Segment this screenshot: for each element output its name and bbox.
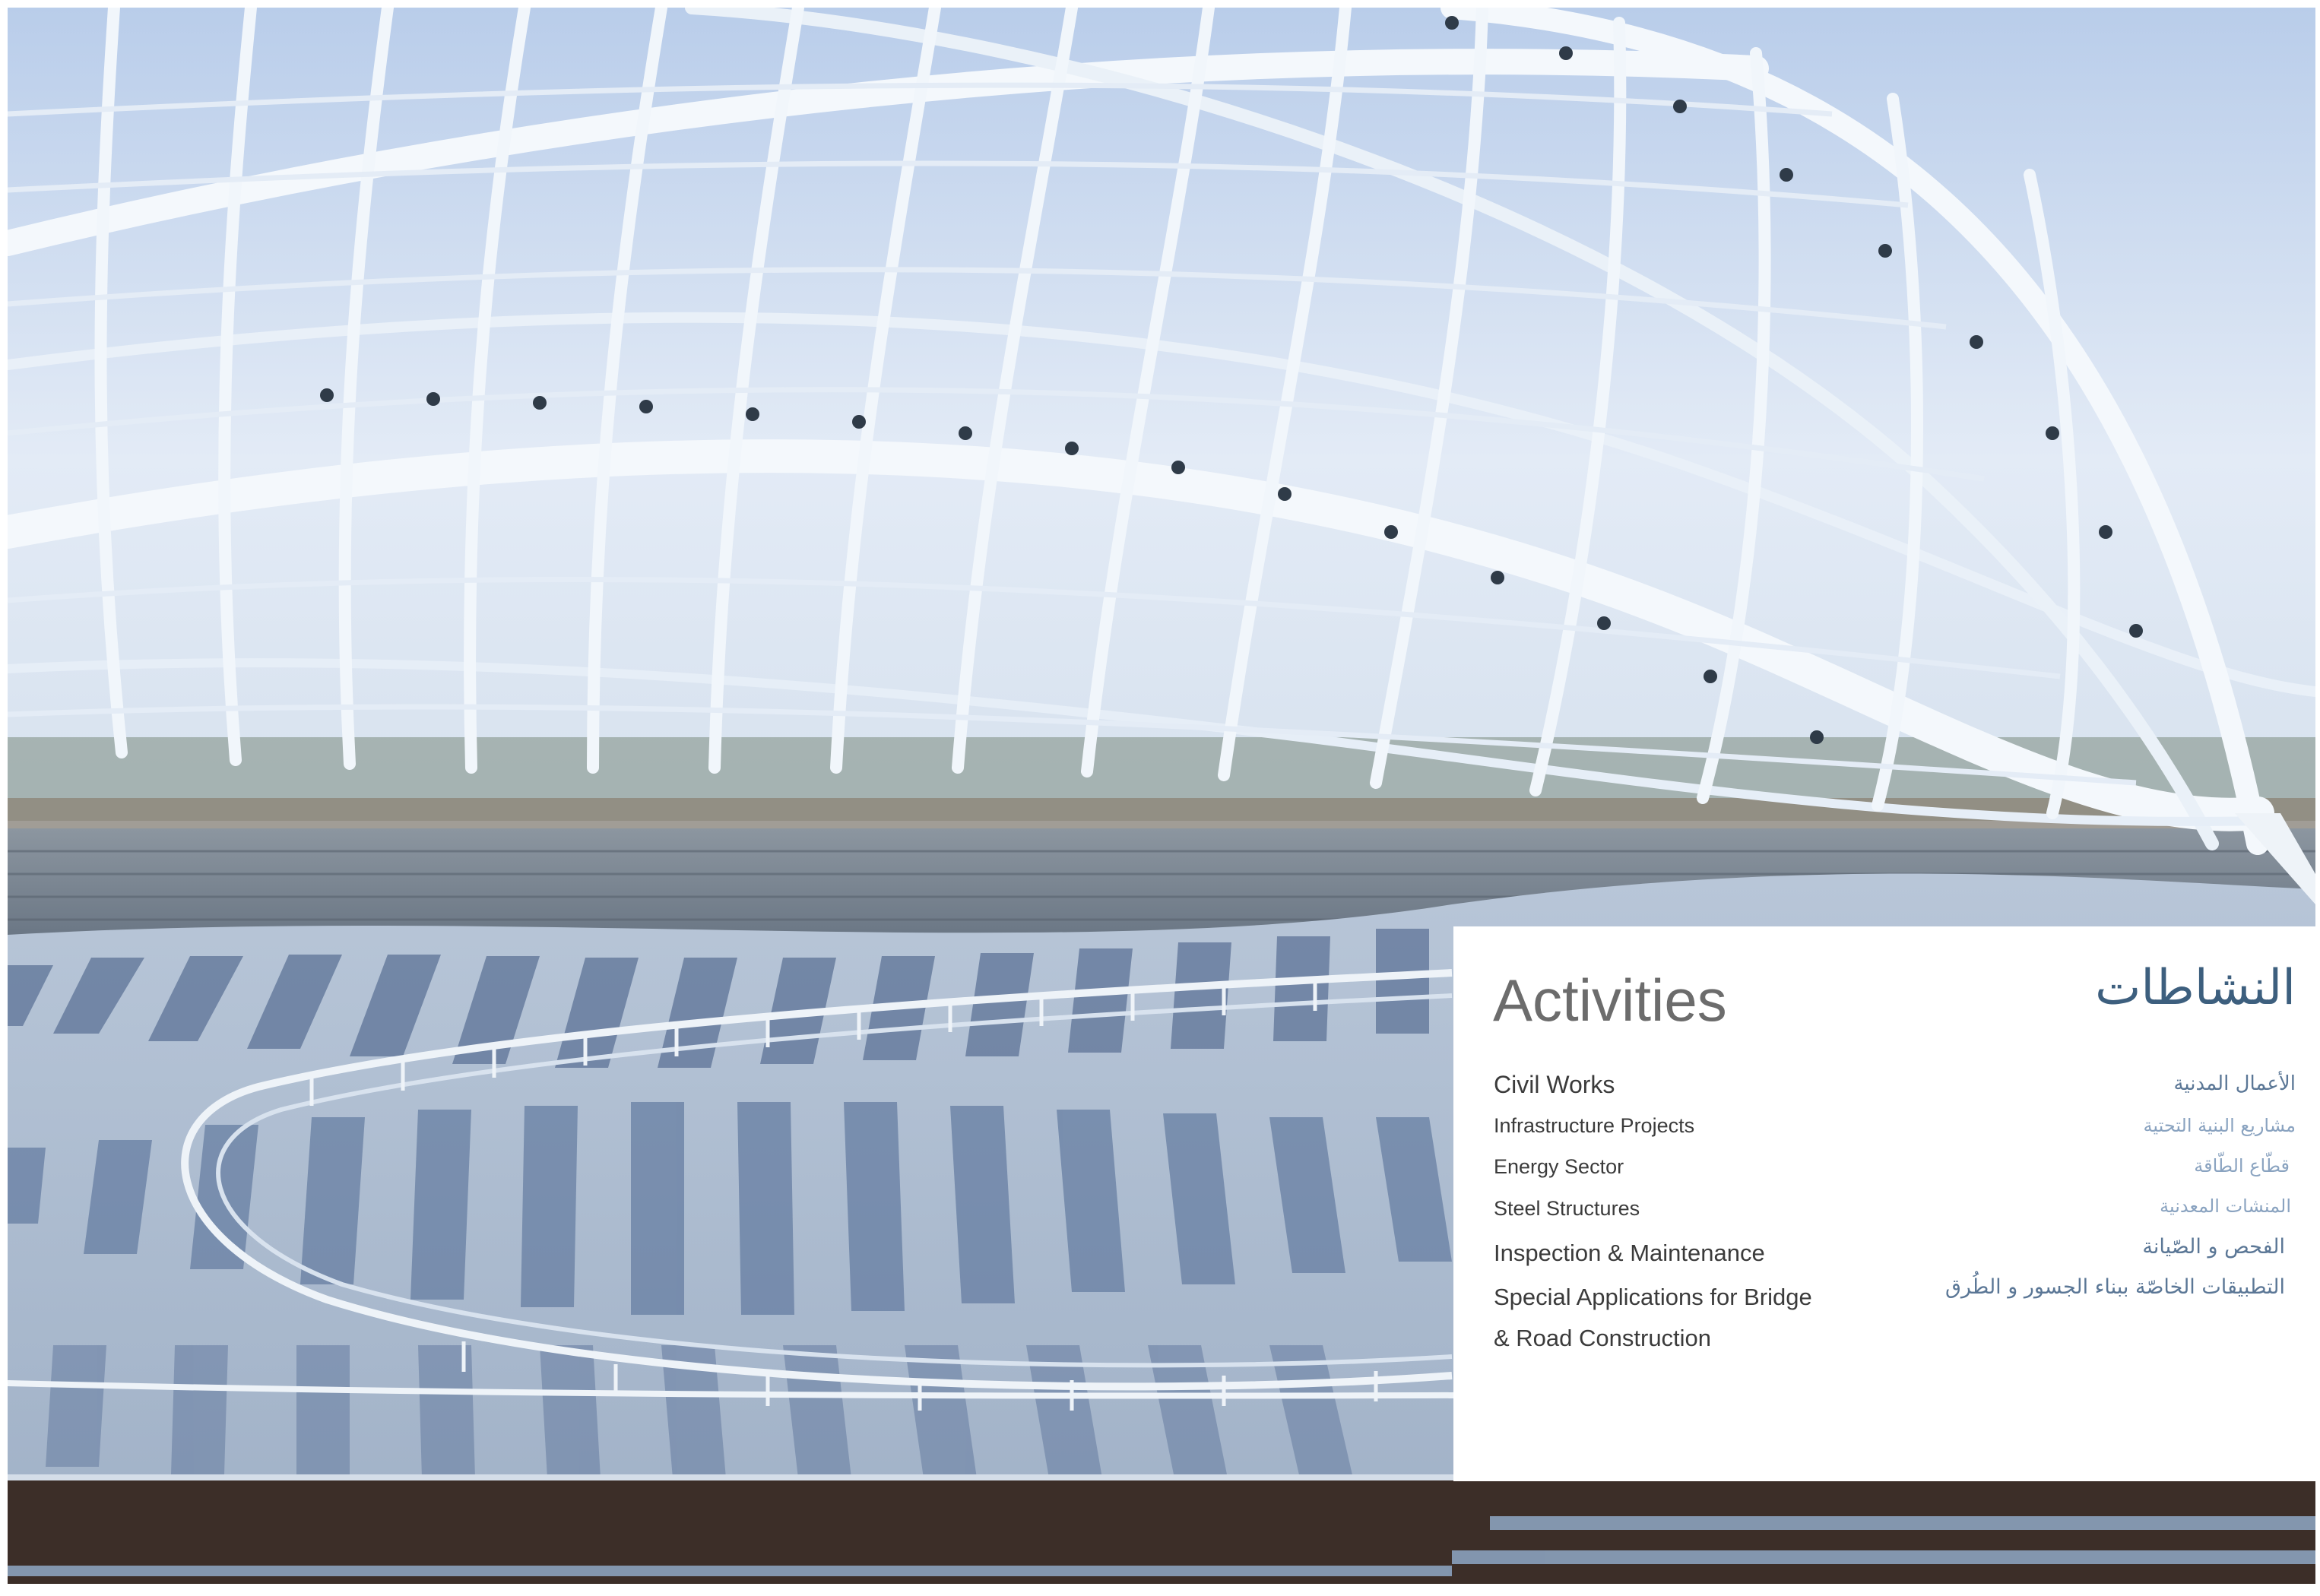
activities-list-arabic: الأعمال المدنية مشاريع البنية التحتية قط… <box>1945 1063 2296 1308</box>
activity-item: Civil Works <box>1494 1071 1615 1098</box>
activity-item-arabic: المنشات المعدنية <box>2160 1195 2291 1217</box>
activity-item: Energy Sector <box>1494 1155 1624 1178</box>
activity-item-arabic: مشاريع البنية التحتية <box>2143 1115 2296 1136</box>
activity-item: Infrastructure Projects <box>1494 1114 1695 1137</box>
activity-item-arabic: قطّاع الطّاقة <box>2194 1155 2290 1176</box>
activity-item: & Road Construction <box>1494 1325 1712 1351</box>
activity-item: Inspection & Maintenance <box>1494 1240 1765 1266</box>
activities-panel: Activities النشاطات Civil Works Infrastr… <box>1453 926 2315 1481</box>
activity-item-arabic: الأعمال المدنية <box>2173 1072 2296 1095</box>
activities-title: Activities <box>1493 967 1727 1034</box>
activities-title-arabic: النشاطات <box>2095 960 2296 1016</box>
activity-item: Special Applications for Bridge <box>1494 1284 1812 1310</box>
activity-item-arabic: التطبيقات الخاصّة ببناء الجسور و الطُرق <box>1944 1275 2285 1299</box>
activity-item-arabic: الفحص و الصّيانة <box>2142 1235 2285 1259</box>
activity-item: Steel Structures <box>1494 1197 1640 1220</box>
activities-list: Civil Works Infrastructure Projects Ener… <box>1494 1063 1812 1359</box>
